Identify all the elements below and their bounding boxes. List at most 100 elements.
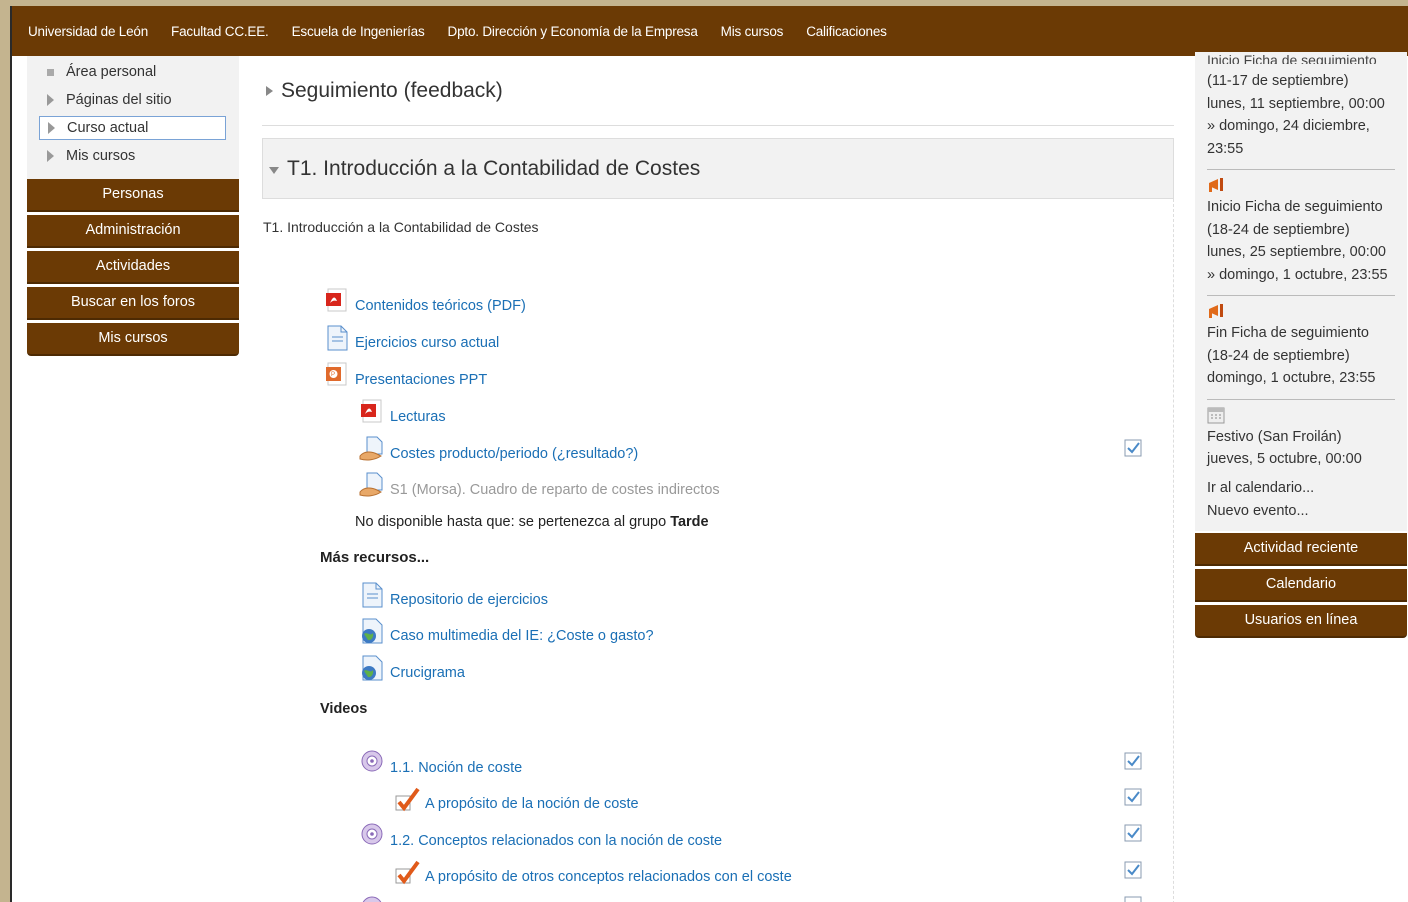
activity-repositorio[interactable]: Repositorio de ejercicios [359,582,548,608]
document-icon [359,582,385,608]
block-usuarios-en-linea[interactable]: Usuarios en línea [1195,604,1407,638]
expand-arrow-icon[interactable] [47,150,54,162]
bullet-icon [47,68,54,76]
event-title[interactable]: (11-17 de septiembre) [1207,70,1395,93]
goto-calendar-link[interactable]: Ir al calendario... [1207,477,1395,500]
block-actividad-reciente[interactable]: Actividad reciente [1195,532,1407,566]
url-icon [359,618,385,644]
section-t1-header[interactable]: T1. Introducción a la Contabilidad de Co… [262,138,1174,199]
navtree-item-curso-actual[interactable]: Curso actual [39,116,226,140]
assignment-icon [359,436,385,462]
pdf-icon [324,288,350,314]
event-date: jueves, 5 octubre, 00:00 [1207,451,1362,467]
completion-checkbox-icon[interactable] [1124,788,1142,806]
activity-s1-morsa[interactable]: S1 (Morsa). Cuadro de reparto de costes … [359,472,720,498]
event-title[interactable]: (18-24 de septiembre) [1207,219,1395,242]
video-icon [359,750,385,776]
video-icon [359,896,385,902]
activity-link[interactable]: 1.2. Conceptos relacionados con la noció… [390,833,722,849]
navtree-item-area-personal[interactable]: Área personal [39,60,226,84]
event-title[interactable]: (18-24 de septiembre) [1207,345,1395,368]
activity-conceptos-relacionados[interactable]: 1.2. Conceptos relacionados con la noció… [359,823,722,849]
activity-quiz-otros-conceptos[interactable]: A propósito de otros conceptos relaciona… [394,859,792,885]
nav-departamento[interactable]: Dpto. Dirección y Economía de la Empresa [448,24,698,39]
activity-link[interactable]: Lecturas [390,409,446,425]
completion-checkbox-icon[interactable] [1124,861,1142,879]
heading-videos: Videos [320,701,368,717]
activity-contenidos-teoricos[interactable]: Contenidos teóricos (PDF) [324,288,526,314]
nav-mis-cursos[interactable]: Mis cursos [721,24,784,39]
block-calendario[interactable]: Calendario [1195,568,1407,602]
activity-nocion-coste[interactable]: 1.1. Noción de coste [359,750,522,776]
new-event-link[interactable]: Nuevo evento... [1207,500,1395,523]
block-actividades[interactable]: Actividades [27,251,239,284]
collapsed-arrow-icon[interactable] [266,85,273,96]
video-icon [359,823,385,849]
activity-lecturas[interactable]: Lecturas [359,399,446,425]
assignment-icon [359,472,385,498]
expand-arrow-icon[interactable] [48,122,55,134]
completion-checkbox-icon[interactable] [1124,824,1142,842]
activity-link[interactable]: Repositorio de ejercicios [390,592,548,608]
powerpoint-icon: P [324,362,350,388]
expand-arrow-icon[interactable] [47,94,54,106]
block-personas[interactable]: Personas [27,179,239,212]
expanded-arrow-icon[interactable] [269,166,279,174]
navtree-item-label: Área personal [66,64,157,80]
nav-universidad[interactable]: Universidad de León [28,24,148,39]
activity-link[interactable]: Costes producto/periodo (¿resultado?) [390,446,638,462]
activity-caso-multimedia[interactable]: Caso multimedia del IE: ¿Coste o gasto? [359,618,654,644]
activity-link[interactable]: A propósito de la noción de coste [425,796,639,812]
activity-costes-producto[interactable]: Costes producto/periodo (¿resultado?) [359,436,638,462]
navigation-block: Área personal Páginas del sitio Curso ac… [27,56,239,179]
activity-link[interactable]: Ejercicios curso actual [355,335,499,351]
section-summary: T1. Introducción a la Contabilidad de Co… [263,219,539,235]
activity-crucigrama[interactable]: Crucigrama [359,655,465,681]
block-buscar-foros[interactable]: Buscar en los foros [27,287,239,320]
section-title[interactable]: Seguimiento (feedback) [281,79,503,103]
event-date: » domingo, 24 diciembre, [1207,118,1370,134]
restriction-text: No disponible hasta que: se pertenezca a… [355,514,671,530]
completion-checkbox-icon[interactable] [1124,752,1142,770]
activity-link[interactable]: Crucigrama [390,665,465,681]
navtree-item-mis-cursos[interactable]: Mis cursos [39,144,226,168]
activity-link[interactable]: A propósito de otros conceptos relaciona… [425,869,792,885]
heading-mas-recursos: Más recursos... [320,549,430,566]
section-t1-body: T1. Introducción a la Contabilidad de Co… [262,199,1174,902]
events-footer: Ir al calendario... Nuevo evento... [1207,473,1395,523]
nav-facultad[interactable]: Facultad CC.EE. [171,24,269,39]
quiz-icon [394,859,420,885]
nav-escuela[interactable]: Escuela de Ingenierías [292,24,425,39]
browser-window: Universidad de León Facultad CC.EE. Escu… [10,6,1408,902]
block-mis-cursos[interactable]: Mis cursos [27,323,239,356]
activity-ejercicios-curso[interactable]: Ejercicios curso actual [324,325,499,351]
event-title[interactable]: Fin Ficha de seguimiento [1207,322,1395,345]
quiz-icon [394,786,420,812]
block-administracion[interactable]: Administración [27,215,239,248]
section-title[interactable]: T1. Introducción a la Contabilidad de Co… [287,157,700,181]
nav-calificaciones[interactable]: Calificaciones [806,24,887,39]
event-title[interactable]: Inicio Ficha de seguimiento [1207,196,1395,219]
completion-checkbox-icon[interactable] [1124,439,1142,457]
event-title-clipped[interactable]: Inicio Ficha de seguimiento [1207,52,1395,64]
event-item: Fin Ficha de seguimiento (18-24 de septi… [1207,296,1395,400]
activity-link-disabled: S1 (Morsa). Cuadro de reparto de costes … [390,482,720,498]
svg-text:P: P [331,372,335,378]
activity-link[interactable]: Caso multimedia del IE: ¿Coste o gasto? [390,628,654,644]
navtree-item-paginas-sitio[interactable]: Páginas del sitio [39,88,226,112]
pdf-icon [359,399,385,425]
activity-link[interactable]: 1.1. Noción de coste [390,760,522,776]
course-content: Seguimiento (feedback) T1. Introducción … [262,56,1174,902]
activity-link[interactable]: Contenidos teóricos (PDF) [355,298,526,314]
section-seguimiento[interactable]: Seguimiento (feedback) [262,56,1174,126]
completion-checkbox-icon[interactable] [1124,896,1142,902]
event-item: Festivo (San Froilán) jueves, 5 octubre,… [1207,400,1395,473]
event-item: Inicio Ficha de seguimiento (18-24 de se… [1207,170,1395,296]
event-date: 23:55 [1207,140,1244,157]
activity-link[interactable]: Presentaciones PPT [355,372,487,388]
event-title[interactable]: Festivo (San Froilán) [1207,426,1395,449]
url-icon [359,655,385,681]
activity-quiz-nocion[interactable]: A propósito de la noción de coste [394,786,639,812]
navtree-item-label: Páginas del sitio [66,92,172,108]
activity-presentaciones-ppt[interactable]: P Presentaciones PPT [324,362,487,388]
